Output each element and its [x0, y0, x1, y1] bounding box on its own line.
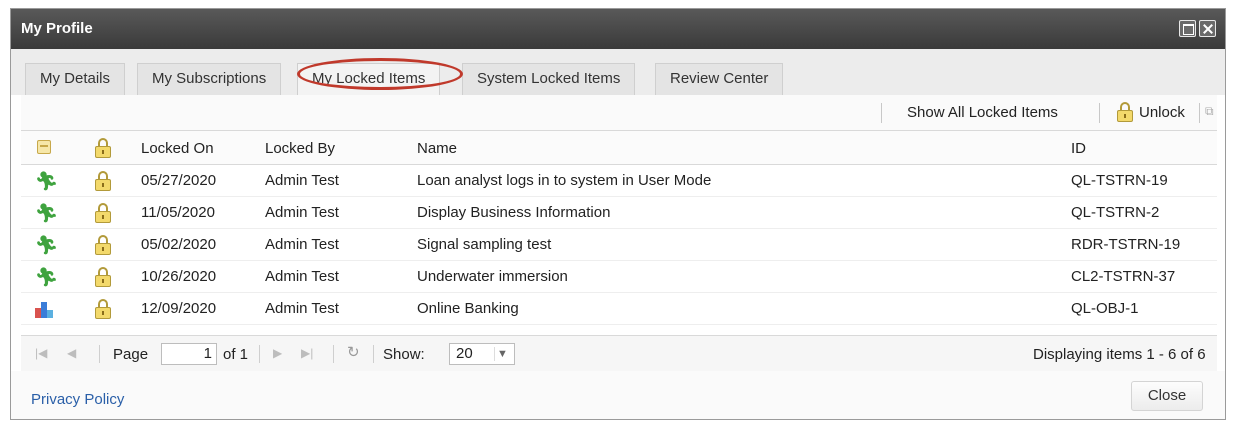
- show-label: Show:: [383, 346, 425, 363]
- tab-my-details[interactable]: My Details: [25, 63, 126, 95]
- runner-icon: 🏃︎: [35, 171, 58, 191]
- locked-on-cell: 10/26/2020: [141, 268, 217, 285]
- table-row[interactable]: 12/09/2020 Admin Test Online Banking QL-…: [21, 293, 1217, 325]
- pager-separator: [333, 345, 334, 363]
- id-cell: CL2-TSTRN-37: [1071, 268, 1176, 285]
- unlock-button[interactable]: Unlock: [1139, 104, 1185, 121]
- name-cell: Online Banking: [417, 300, 519, 317]
- chevron-down-icon: ▼: [494, 347, 510, 361]
- locked-on-cell: 05/02/2020: [141, 236, 217, 253]
- first-page-icon[interactable]: |◀: [35, 346, 49, 360]
- pager-separator: [259, 345, 260, 363]
- export-icon[interactable]: ⧉: [1205, 104, 1214, 119]
- last-page-icon[interactable]: ▶|: [301, 346, 315, 360]
- locked-by-cell: Admin Test: [265, 268, 339, 285]
- close-icon[interactable]: [1199, 20, 1216, 37]
- tab-strip: My Details My Subscriptions My Locked It…: [11, 49, 1225, 95]
- toolbar-separator: [1199, 103, 1200, 123]
- grid-header: Locked On Locked By Name ID: [21, 131, 1217, 165]
- page-count-label: of 1: [223, 346, 249, 363]
- table-row[interactable]: 🏃︎ 11/05/2020 Admin Test Display Busines…: [21, 197, 1217, 229]
- locked-by-cell: Admin Test: [265, 204, 339, 221]
- name-cell: Signal sampling test: [417, 236, 552, 253]
- runner-icon: 🏃︎: [35, 203, 58, 223]
- locked-items-grid: Locked On Locked By Name ID 🏃︎ 05/27/202…: [21, 131, 1217, 333]
- lock-icon: [95, 235, 111, 255]
- lock-icon: [95, 171, 111, 191]
- column-header-locked-on[interactable]: Locked On: [141, 140, 214, 157]
- locked-on-cell: 12/09/2020: [141, 300, 217, 317]
- locked-by-cell: Admin Test: [265, 236, 339, 253]
- close-button[interactable]: Close: [1131, 381, 1203, 411]
- pager-separator: [99, 345, 100, 363]
- locked-by-cell: Admin Test: [265, 172, 339, 189]
- table-row[interactable]: 🏃︎ 05/02/2020 Admin Test Signal sampling…: [21, 229, 1217, 261]
- toolbar-separator: [1099, 103, 1100, 123]
- next-page-icon[interactable]: ▶: [273, 346, 287, 360]
- page-number-input[interactable]: 1: [161, 343, 217, 365]
- refresh-icon[interactable]: ↻: [347, 345, 361, 360]
- minimize-icon[interactable]: [1179, 20, 1196, 37]
- grid-toolbar: Show All Locked Items Unlock ⧉: [21, 95, 1217, 131]
- lock-icon: [95, 299, 111, 319]
- tab-review-center[interactable]: Review Center: [655, 63, 784, 95]
- id-cell: QL-TSTRN-2: [1071, 204, 1160, 221]
- item-type-column-icon[interactable]: [37, 140, 51, 154]
- id-cell: RDR-TSTRN-19: [1071, 236, 1181, 253]
- locked-on-cell: 05/27/2020: [141, 172, 217, 189]
- previous-page-icon[interactable]: ◀: [67, 346, 81, 360]
- table-row[interactable]: 🏃︎ 10/26/2020 Admin Test Underwater imme…: [21, 261, 1217, 293]
- pager-separator: [373, 345, 374, 363]
- name-cell: Underwater immersion: [417, 268, 568, 285]
- table-row[interactable]: 🏃︎ 05/27/2020 Admin Test Loan analyst lo…: [21, 165, 1217, 197]
- objective-icon: [35, 300, 55, 318]
- pagination-bar: |◀ ◀ Page 1 of 1 ▶ ▶| ↻ Show: 20 ▼ Displ…: [21, 335, 1217, 371]
- column-header-id[interactable]: ID: [1071, 140, 1086, 157]
- runner-icon: 🏃︎: [35, 267, 58, 287]
- id-cell: QL-TSTRN-19: [1071, 172, 1168, 189]
- name-cell: Loan analyst logs in to system in User M…: [417, 172, 712, 189]
- toolbar-separator: [881, 103, 882, 123]
- runner-icon: 🏃︎: [35, 235, 58, 255]
- privacy-policy-link[interactable]: Privacy Policy: [31, 391, 124, 408]
- title-bar: My Profile: [11, 9, 1225, 49]
- page-size-select[interactable]: 20 ▼: [449, 343, 515, 365]
- tab-system-locked-items[interactable]: System Locked Items: [462, 63, 636, 95]
- dialog-footer: Privacy Policy Close: [11, 371, 1225, 419]
- page-label: Page: [113, 346, 149, 363]
- tab-my-locked-items[interactable]: My Locked Items: [297, 63, 441, 95]
- column-header-name[interactable]: Name: [417, 140, 457, 157]
- lock-column-icon[interactable]: [95, 138, 111, 158]
- dialog-title: My Profile: [21, 20, 93, 37]
- name-cell: Display Business Information: [417, 204, 611, 221]
- tab-my-subscriptions[interactable]: My Subscriptions: [137, 63, 282, 95]
- lock-icon: [95, 267, 111, 287]
- display-status: Displaying items 1 - 6 of 6: [1033, 346, 1206, 363]
- my-profile-dialog: My Profile My Details My Subscriptions M…: [10, 8, 1226, 420]
- lock-icon: [95, 203, 111, 223]
- unlock-icon[interactable]: [1117, 102, 1133, 122]
- locked-on-cell: 11/05/2020: [141, 204, 215, 221]
- page-size-value: 20: [456, 345, 473, 362]
- locked-by-cell: Admin Test: [265, 300, 339, 317]
- id-cell: QL-OBJ-1: [1071, 300, 1139, 317]
- show-all-locked-items-button[interactable]: Show All Locked Items: [907, 104, 1058, 121]
- column-header-locked-by[interactable]: Locked By: [265, 140, 335, 157]
